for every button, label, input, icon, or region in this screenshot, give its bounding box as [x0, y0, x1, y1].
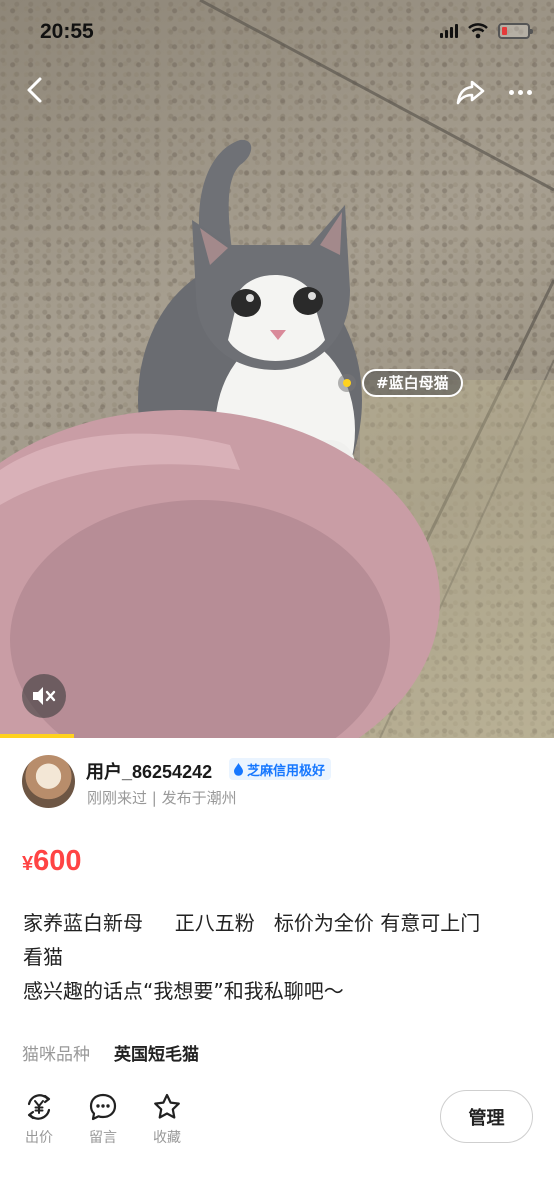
- status-bar: 20:55: [0, 0, 554, 66]
- description-line: 家养蓝白新母 正八五粉 标价为全价 有意可上门: [23, 911, 481, 935]
- yuan-exchange-icon: [27, 1094, 51, 1120]
- more-dots-icon: [508, 89, 514, 95]
- price-currency: ¥: [22, 853, 34, 875]
- wifi-icon: [468, 23, 488, 39]
- bid-button[interactable]: 出价: [22, 1092, 56, 1147]
- status-time: 20:55: [40, 20, 94, 43]
- tag-label: #蓝白母猫: [362, 369, 463, 397]
- credit-badge-label: 芝麻信用极好: [247, 763, 326, 779]
- bid-label: 出价: [25, 1130, 53, 1146]
- status-icons: [440, 23, 533, 39]
- attribute-label: 猫咪品种: [22, 1045, 90, 1065]
- star-icon: [154, 1093, 180, 1119]
- bottom-actions: 出价 留言 收藏: [22, 1092, 184, 1147]
- price: ¥600: [22, 845, 82, 878]
- manage-button[interactable]: 管理: [440, 1090, 533, 1143]
- credit-drop-icon: [234, 762, 243, 776]
- favorite-button[interactable]: 收藏: [150, 1092, 184, 1147]
- chevron-left-icon: [27, 77, 42, 103]
- cat-photo-illustration: [0, 0, 554, 738]
- credit-badge[interactable]: 芝麻信用极好: [229, 758, 332, 780]
- photo-tag[interactable]: #蓝白母猫: [338, 369, 463, 397]
- share-arrow-icon: [456, 80, 485, 105]
- comment-button[interactable]: 留言: [86, 1092, 120, 1147]
- favorite-label: 收藏: [153, 1130, 181, 1146]
- description-line: 看猫: [23, 945, 63, 969]
- more-button[interactable]: [502, 74, 538, 110]
- mute-button[interactable]: [22, 674, 66, 718]
- cellular-signal-icon: [440, 24, 458, 38]
- attribute-value: 英国短毛猫: [114, 1045, 199, 1065]
- seller-meta: 刚刚来过 | 发布于潮州: [87, 789, 237, 807]
- comment-label: 留言: [89, 1130, 117, 1146]
- seller-row[interactable]: 用户_86254242 芝麻信用极好 刚刚来过 | 发布于潮州: [22, 755, 542, 811]
- listing-photo[interactable]: 20:55 #蓝白母猫: [0, 0, 554, 738]
- speaker-muted-icon: [33, 687, 56, 705]
- media-progress-indicator: [0, 734, 74, 738]
- description-line: 感兴趣的话点“我想要”和我私聊吧～: [23, 979, 344, 1003]
- seller-name[interactable]: 用户_86254242: [86, 758, 212, 784]
- attribute-row: 猫咪品种 英国短毛猫: [22, 1040, 199, 1065]
- message-bubble-icon: [89, 1093, 117, 1121]
- price-amount: 600: [33, 845, 82, 877]
- share-button[interactable]: [453, 74, 489, 110]
- battery-icon: [498, 23, 533, 39]
- tag-anchor-dot: [338, 374, 356, 392]
- listing-description: 家养蓝白新母 正八五粉 标价为全价 有意可上门 看猫 感兴趣的话点“我想要”和我…: [23, 906, 538, 1008]
- avatar[interactable]: [22, 755, 75, 808]
- back-button[interactable]: [18, 72, 54, 108]
